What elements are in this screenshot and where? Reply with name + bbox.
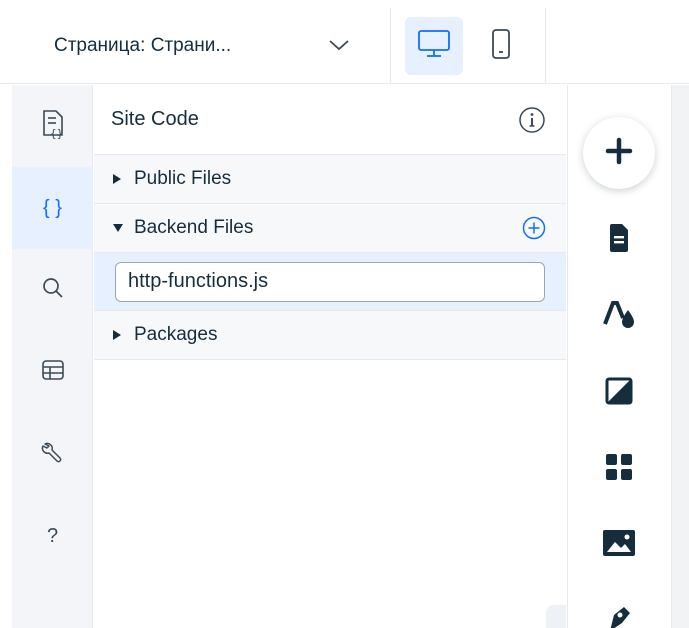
canvas-edge bbox=[671, 85, 689, 628]
search-icon bbox=[41, 276, 65, 305]
desktop-view-button[interactable] bbox=[405, 17, 463, 75]
apps-grid-icon bbox=[604, 452, 634, 487]
rail-item-site-code[interactable]: { } bbox=[12, 167, 93, 249]
file-row-selected bbox=[94, 253, 566, 311]
topbar-divider bbox=[390, 8, 391, 84]
rail-item-page-code[interactable]: {} bbox=[12, 85, 93, 167]
mobile-icon bbox=[491, 28, 511, 65]
database-table-icon bbox=[41, 359, 65, 386]
curly-braces-icon: { } bbox=[43, 196, 62, 219]
blog-tool-button[interactable] bbox=[596, 598, 642, 628]
rail-item-databases[interactable] bbox=[12, 331, 93, 413]
background-tool-button[interactable] bbox=[596, 370, 642, 416]
add-elements-button[interactable] bbox=[583, 117, 655, 189]
rail-item-developer-tools[interactable] bbox=[12, 413, 93, 495]
add-file-button[interactable] bbox=[522, 216, 546, 240]
file-name-input[interactable] bbox=[115, 261, 545, 302]
page-selector-label: Страница: Страни... bbox=[54, 35, 231, 57]
font-color-icon bbox=[602, 300, 636, 335]
section-packages[interactable]: Packages bbox=[94, 311, 566, 360]
plus-circle-icon bbox=[522, 216, 546, 240]
page-icon bbox=[607, 223, 631, 258]
caret-right-icon bbox=[112, 173, 126, 185]
wrench-icon bbox=[40, 439, 66, 470]
desktop-icon bbox=[417, 29, 451, 64]
left-icon-rail: {} { } ? bbox=[12, 85, 93, 628]
section-public-files[interactable]: Public Files bbox=[94, 155, 566, 204]
section-backend-files[interactable]: Backend Files bbox=[94, 204, 566, 253]
info-icon[interactable] bbox=[518, 106, 546, 134]
top-bar: Страница: Страни... bbox=[0, 0, 689, 84]
background-icon bbox=[605, 377, 633, 410]
pen-icon bbox=[604, 603, 634, 628]
panel-header: Site Code bbox=[94, 85, 566, 155]
chevron-down-icon bbox=[328, 38, 350, 57]
page-code-icon: {} bbox=[40, 109, 66, 144]
theme-tool-button[interactable] bbox=[596, 294, 642, 340]
panel-scroll-handle[interactable] bbox=[546, 605, 566, 628]
pages-tool-button[interactable] bbox=[596, 217, 642, 263]
media-tool-button[interactable] bbox=[596, 522, 642, 568]
page-selector-dropdown[interactable]: Страница: Страни... bbox=[0, 8, 390, 84]
apps-tool-button[interactable] bbox=[596, 446, 642, 492]
page-label-value: Страни... bbox=[150, 35, 232, 56]
plus-icon bbox=[604, 136, 634, 171]
rail-item-help[interactable]: ? bbox=[12, 495, 93, 577]
section-label: Backend Files bbox=[134, 217, 254, 238]
page-label-prefix: Страница: bbox=[54, 35, 146, 56]
caret-down-icon bbox=[112, 223, 126, 233]
section-label: Packages bbox=[134, 324, 218, 345]
caret-right-icon bbox=[112, 329, 126, 341]
site-code-panel: Site Code Public Files Backend Files Pac… bbox=[94, 85, 566, 628]
help-icon: ? bbox=[46, 524, 59, 547]
rail-item-search[interactable] bbox=[12, 249, 93, 331]
svg-text:{}: {} bbox=[50, 127, 63, 139]
mobile-view-button[interactable] bbox=[472, 17, 530, 75]
image-icon bbox=[602, 529, 636, 562]
topbar-divider bbox=[545, 8, 546, 84]
section-label: Public Files bbox=[134, 168, 232, 189]
panel-title: Site Code bbox=[111, 108, 199, 130]
